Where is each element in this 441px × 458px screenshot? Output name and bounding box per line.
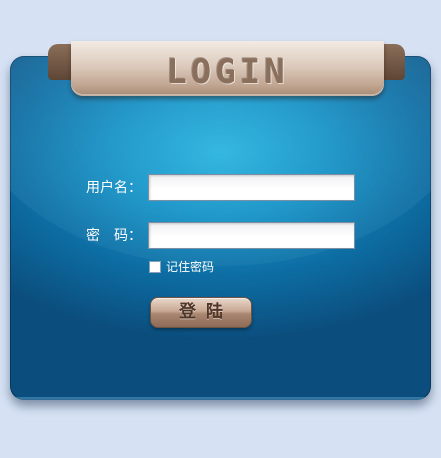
title-ribbon: LOGIN	[71, 41, 384, 96]
username-label: 用户名：	[86, 180, 142, 196]
password-label: 密 码：	[86, 228, 142, 244]
remember-password-label: 记住密码	[166, 260, 215, 274]
remember-password-checkbox[interactable]	[149, 261, 161, 273]
remember-password-option[interactable]: 记住密码	[148, 259, 214, 275]
username-input[interactable]	[148, 174, 355, 201]
password-input[interactable]	[148, 222, 355, 249]
login-title: LOGIN	[166, 52, 289, 92]
login-button[interactable]: 登陆	[150, 297, 252, 328]
